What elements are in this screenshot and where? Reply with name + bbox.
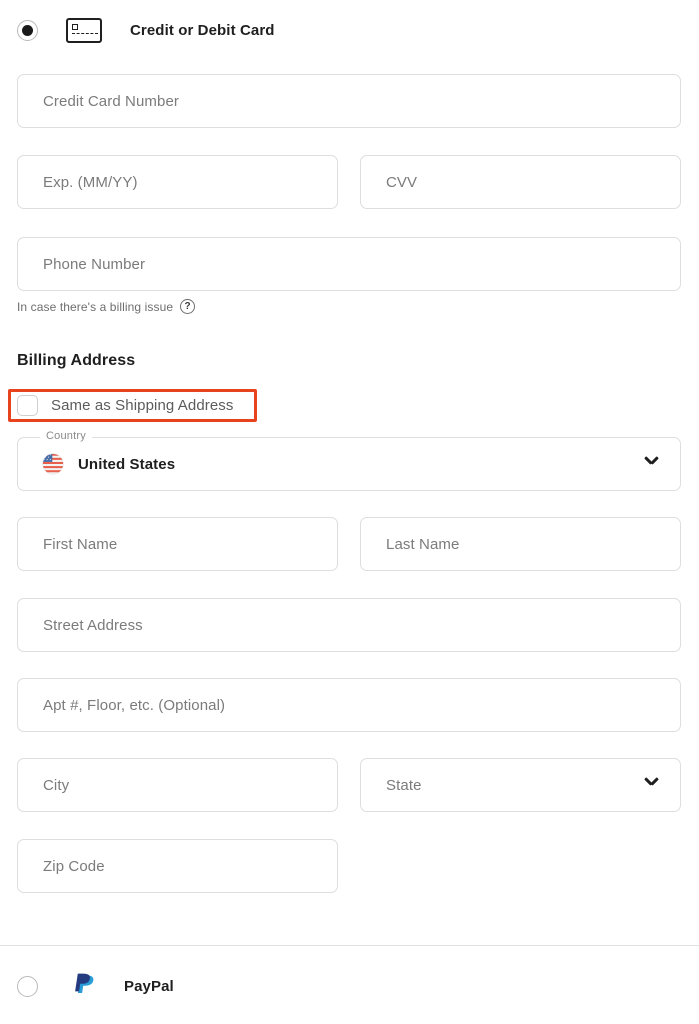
chevron-down-icon-state[interactable] xyxy=(645,778,658,791)
payment-method-label-credit-card: Credit or Debit Card xyxy=(130,22,275,39)
card-cvv-field[interactable]: CVV xyxy=(360,155,681,209)
first-name-field[interactable]: First Name xyxy=(17,517,338,571)
same-as-shipping-row[interactable]: Same as Shipping Address xyxy=(17,394,234,416)
section-divider xyxy=(0,945,699,946)
first-name-placeholder: First Name xyxy=(18,536,117,553)
zip-code-placeholder: Zip Code xyxy=(18,858,105,875)
zip-code-field[interactable]: Zip Code xyxy=(17,839,338,893)
payment-method-form: Credit or Debit Card Credit Card Number … xyxy=(0,0,699,1024)
same-as-shipping-checkbox[interactable] xyxy=(17,395,38,416)
billing-address-title: Billing Address xyxy=(17,352,135,370)
phone-number-placeholder: Phone Number xyxy=(18,256,145,273)
card-expiry-field[interactable]: Exp. (MM/YY) xyxy=(17,155,338,209)
state-placeholder: State xyxy=(361,777,422,794)
chevron-down-icon-country[interactable] xyxy=(645,457,658,470)
city-placeholder: City xyxy=(18,777,69,794)
state-select[interactable]: State xyxy=(360,758,681,812)
city-field[interactable]: City xyxy=(17,758,338,812)
card-number-field[interactable]: Credit Card Number xyxy=(17,74,681,128)
billing-issue-helper: In case there's a billing issue ? xyxy=(17,299,195,314)
same-as-shipping-label: Same as Shipping Address xyxy=(51,397,234,414)
billing-issue-helper-text: In case there's a billing issue xyxy=(17,300,173,314)
radio-credit-card[interactable] xyxy=(17,20,38,41)
payment-method-credit-card[interactable]: Credit or Debit Card xyxy=(17,14,275,46)
payment-method-label-paypal: PayPal xyxy=(124,978,174,995)
credit-card-icon xyxy=(66,18,102,43)
country-select[interactable]: Country United States xyxy=(17,437,681,491)
last-name-placeholder: Last Name xyxy=(361,536,459,553)
credit-card-dashes-icon xyxy=(72,33,98,34)
us-flag-icon xyxy=(42,453,64,475)
country-select-label: Country xyxy=(40,430,92,442)
help-circle-icon[interactable]: ? xyxy=(180,299,195,314)
phone-number-field[interactable]: Phone Number xyxy=(17,237,681,291)
paypal-logo-icon xyxy=(74,973,98,1000)
apt-field[interactable]: Apt #, Floor, etc. (Optional) xyxy=(17,678,681,732)
street-address-placeholder: Street Address xyxy=(18,617,143,634)
card-cvv-placeholder: CVV xyxy=(361,174,417,191)
radio-paypal[interactable] xyxy=(17,976,38,997)
credit-card-chip-icon xyxy=(72,24,78,30)
card-expiry-placeholder: Exp. (MM/YY) xyxy=(18,174,138,191)
street-address-field[interactable]: Street Address xyxy=(17,598,681,652)
country-select-value: United States xyxy=(78,456,175,473)
apt-placeholder: Apt #, Floor, etc. (Optional) xyxy=(18,697,225,714)
last-name-field[interactable]: Last Name xyxy=(360,517,681,571)
card-number-placeholder: Credit Card Number xyxy=(18,93,179,110)
payment-method-paypal[interactable]: PayPal xyxy=(17,970,174,1002)
